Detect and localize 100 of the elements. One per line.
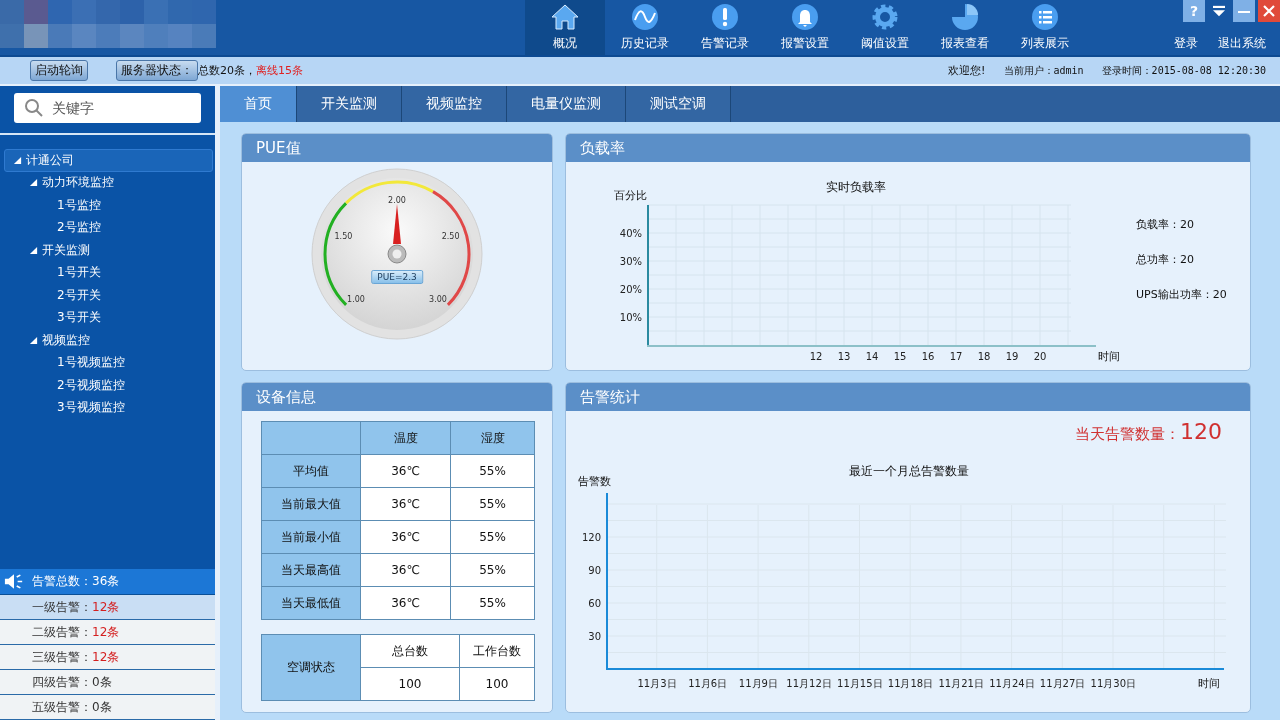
x-tick-label: 20 (1033, 351, 1047, 362)
tree-item[interactable]: 3号视频监控 (4, 396, 213, 419)
tree-item[interactable]: 2号视频监控 (4, 374, 213, 397)
nav-item[interactable]: 报表查看 (925, 0, 1005, 55)
table-header: 总台数 (360, 634, 460, 668)
tab[interactable]: 电量仪监测 (507, 86, 626, 122)
tree-item[interactable]: 开关监测 (4, 239, 213, 262)
x-tick-label: 11月6日 (688, 678, 728, 689)
nav-item[interactable]: 报警设置 (765, 0, 845, 55)
panel-title: 设备信息 (242, 383, 552, 411)
table-cell: 55% (450, 553, 535, 587)
table-header: 湿度 (450, 421, 535, 455)
table-cell: 55% (450, 454, 535, 488)
search-field[interactable]: 关键字 (14, 93, 201, 123)
alarm-level-row[interactable]: 一级告警：12条 (0, 595, 215, 620)
y-tick-label: 30% (619, 256, 642, 267)
welcome-text: 欢迎您! (948, 63, 986, 78)
top-link[interactable]: 退出系统 (1218, 35, 1266, 52)
speaker-icon (4, 573, 24, 590)
tree-item[interactable]: 2号开关 (4, 284, 213, 307)
table-header: 工作台数 (459, 634, 535, 668)
nav-item[interactable]: 概况 (525, 0, 605, 55)
y-tick-label: 10% (619, 312, 642, 323)
table-cell: 36℃ (360, 586, 451, 620)
nav-item[interactable]: 历史记录 (605, 0, 685, 55)
x-tick-label: 15 (893, 351, 907, 362)
expanded-triangle-icon (29, 178, 38, 188)
tab[interactable]: 开关监测 (297, 86, 402, 122)
x-tick-label: 11月30日 (1090, 678, 1137, 689)
current-user: 当前用户：admin (1003, 63, 1084, 78)
close-icon[interactable] (1258, 0, 1280, 22)
nav-item[interactable]: 告警记录 (685, 0, 765, 55)
gauge-scale-label: 2.00 (388, 195, 406, 205)
x-tick-label: 19 (1005, 351, 1019, 362)
x-tick-label: 12 (809, 351, 823, 362)
row-header: 当前最小值 (261, 520, 361, 554)
alert-icon (711, 3, 739, 31)
table-cell: 100 (459, 667, 535, 701)
tab[interactable]: 视频监控 (402, 86, 507, 122)
x-tick-label: 13 (837, 351, 851, 362)
row-header: 平均值 (261, 454, 361, 488)
y-tick-label: 40% (619, 228, 642, 239)
x-tick-label: 11月9日 (738, 678, 778, 689)
alarm-level-label: 五级告警： (32, 698, 92, 716)
tree-item[interactable]: 3号开关 (4, 306, 213, 329)
gear-icon (871, 3, 899, 31)
tree-item[interactable]: 1号开关 (4, 261, 213, 284)
tab[interactable]: 测试空调 (626, 86, 731, 122)
tree-item[interactable]: 计通公司 (4, 149, 213, 172)
load-reading: 总功率：20 (1136, 252, 1195, 267)
alarm-level-label: 四级告警： (32, 673, 92, 691)
tree-item[interactable]: 1号视频监控 (4, 351, 213, 374)
row-header: 空调状态 (261, 634, 361, 701)
nav-item[interactable]: 列表展示 (1005, 0, 1085, 55)
x-axis-label: 时间 (1198, 677, 1220, 690)
gauge-scale-label: 1.00 (347, 294, 365, 304)
y-axis-label: 告警数 (578, 475, 611, 488)
bell-icon (791, 3, 819, 31)
top-link[interactable]: 登录 (1174, 35, 1198, 52)
server-total: 总数20条， (198, 63, 256, 78)
chart-title: 实时负载率 (826, 180, 886, 194)
dropdown-icon[interactable] (1212, 5, 1226, 17)
expanded-triangle-icon (29, 245, 38, 255)
row-header: 当天最高值 (261, 553, 361, 587)
table-cell: 36℃ (360, 487, 451, 521)
server-status-button[interactable]: 服务器状态： (116, 60, 198, 81)
expanded-triangle-icon (29, 335, 38, 345)
nav-item[interactable]: 阈值设置 (845, 0, 925, 55)
tree-item[interactable]: 2号监控 (4, 216, 213, 239)
alarm-level-label: 三级告警： (32, 648, 92, 666)
minimize-icon[interactable] (1233, 0, 1255, 22)
poll-button[interactable]: 启动轮询 (30, 60, 88, 81)
table-cell: 36℃ (360, 553, 451, 587)
expanded-triangle-icon (13, 155, 22, 165)
y-axis-label: 百分比 (614, 189, 647, 202)
load-reading: UPS输出功率：20 (1136, 287, 1227, 302)
gauge-scale-label: 1.50 (334, 231, 353, 241)
table-cell: 36℃ (360, 454, 451, 488)
gauge-scale-label: 3.00 (429, 294, 447, 304)
list-icon (1031, 3, 1059, 31)
x-tick-label: 11月3日 (637, 678, 677, 689)
login-time: 登录时间：2015-08-08 12:20:30 (1101, 63, 1266, 78)
tree-item[interactable]: 动力环境监控 (4, 171, 213, 194)
x-tick-label: 18 (977, 351, 991, 362)
panel-title: 负载率 (566, 134, 1250, 162)
today-alarm-count: 120 (1180, 419, 1222, 444)
alarm-level-count: 12条 (92, 648, 120, 666)
load-reading: 负载率：20 (1136, 217, 1195, 232)
tree-item[interactable]: 视频监控 (4, 329, 213, 352)
alarm-level-label: 二级告警： (32, 623, 92, 641)
today-alarm-label: 当天告警数量： (1075, 425, 1180, 444)
x-tick-label: 11月15日 (837, 678, 883, 689)
server-offline: 离线15条 (256, 63, 303, 78)
table-cell: 55% (450, 487, 535, 521)
x-tick-label: 17 (949, 351, 963, 362)
x-tick-label: 11月12日 (786, 678, 832, 689)
panel-title: 告警统计 (566, 383, 1250, 411)
tree-item[interactable]: 1号监控 (4, 194, 213, 217)
panel-title: PUE值 (242, 134, 552, 162)
row-header: 当天最低值 (261, 586, 361, 620)
